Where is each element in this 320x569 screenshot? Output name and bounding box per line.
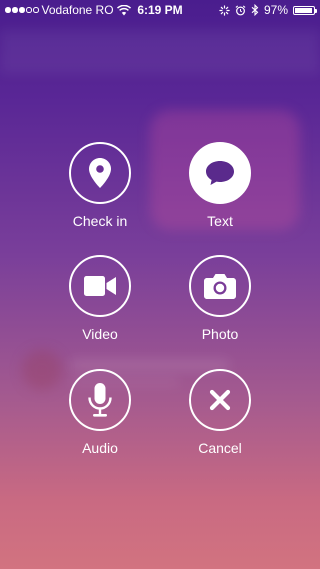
text-button[interactable] <box>189 142 251 204</box>
photo-action[interactable]: Photo <box>165 255 275 342</box>
text-label: Text <box>207 213 233 229</box>
check-in-label: Check in <box>72 213 128 229</box>
cancel-button[interactable] <box>189 369 251 431</box>
photo-button[interactable] <box>189 255 251 317</box>
blurred-header <box>0 30 320 74</box>
status-bar: Vodafone RO 6:19 PM 97% <box>0 0 320 20</box>
audio-button[interactable] <box>69 369 131 431</box>
text-action[interactable]: Text <box>165 142 275 229</box>
video-button[interactable] <box>69 255 131 317</box>
cancel-action[interactable]: Cancel <box>165 369 275 456</box>
audio-action[interactable]: Audio <box>45 369 155 456</box>
battery-percent: 97% <box>263 3 288 17</box>
photo-label: Photo <box>201 326 239 342</box>
cancel-label: Cancel <box>198 440 242 456</box>
battery-level <box>295 7 312 13</box>
check-in-button[interactable] <box>69 142 131 204</box>
audio-label: Audio <box>82 440 118 456</box>
bluetooth-icon <box>251 4 259 16</box>
check-in-action[interactable]: Check in <box>45 142 155 229</box>
video-camera-icon <box>84 276 116 296</box>
activity-spinner-icon <box>219 4 230 16</box>
alarm-clock-icon <box>235 4 246 15</box>
video-action[interactable]: Video <box>45 255 155 342</box>
close-icon <box>209 389 231 411</box>
battery-icon <box>293 5 317 15</box>
video-label: Video <box>82 326 118 342</box>
status-bar-right: 97% <box>219 0 317 20</box>
microphone-icon <box>88 383 112 417</box>
speech-bubble-icon <box>206 161 234 185</box>
camera-icon <box>204 274 236 299</box>
location-pin-icon <box>89 158 111 188</box>
